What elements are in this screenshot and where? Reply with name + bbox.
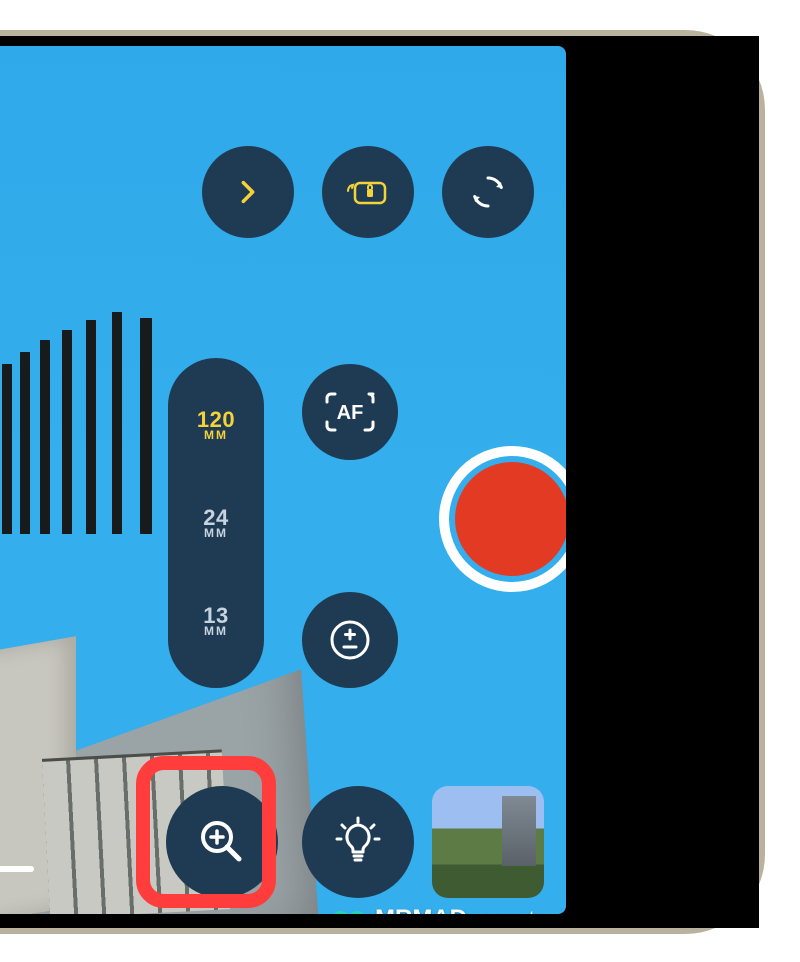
focal-unit: MM bbox=[203, 527, 228, 539]
sync-icon bbox=[468, 172, 508, 212]
exposure-button[interactable] bbox=[302, 592, 398, 688]
right-black-bar bbox=[585, 36, 759, 928]
lightbulb-icon bbox=[331, 815, 385, 869]
watermark: MRMAD .com.tw bbox=[331, 901, 551, 914]
plus-minus-icon bbox=[328, 618, 372, 662]
rotation-lock-button[interactable] bbox=[322, 146, 414, 238]
magnifier-plus-icon bbox=[197, 817, 247, 867]
zoom-button[interactable] bbox=[166, 786, 278, 898]
more-button[interactable] bbox=[202, 146, 294, 238]
focal-13mm[interactable]: 13 MM bbox=[203, 605, 228, 637]
home-indicator bbox=[0, 866, 34, 872]
watermark-brand: MRMAD bbox=[375, 905, 467, 914]
focal-24mm[interactable]: 24 MM bbox=[203, 507, 228, 539]
camera-viewfinder: 120 MM 24 MM 13 MM AF bbox=[0, 46, 566, 914]
autofocus-button[interactable]: AF bbox=[302, 364, 398, 460]
focal-length-picker[interactable]: 120 MM 24 MM 13 MM bbox=[168, 358, 264, 688]
watermark-logo-icon bbox=[331, 901, 367, 914]
phone-frame: 120 MM 24 MM 13 MM AF bbox=[0, 30, 765, 934]
phone-bezel: 120 MM 24 MM 13 MM AF bbox=[0, 36, 759, 928]
last-photo-thumbnail[interactable] bbox=[432, 786, 544, 898]
watermark-domain: .com.tw bbox=[475, 906, 551, 914]
svg-text:AF: AF bbox=[337, 402, 364, 424]
flip-camera-button[interactable] bbox=[442, 146, 534, 238]
record-ring-gap bbox=[449, 456, 566, 582]
focal-120mm[interactable]: 120 MM bbox=[197, 409, 235, 441]
record-dot-icon bbox=[455, 462, 566, 576]
autofocus-icon: AF bbox=[323, 390, 377, 434]
chevron-right-icon bbox=[234, 178, 262, 206]
focal-unit: MM bbox=[203, 625, 228, 637]
light-button[interactable] bbox=[302, 786, 414, 898]
rotation-lock-icon bbox=[345, 175, 391, 209]
